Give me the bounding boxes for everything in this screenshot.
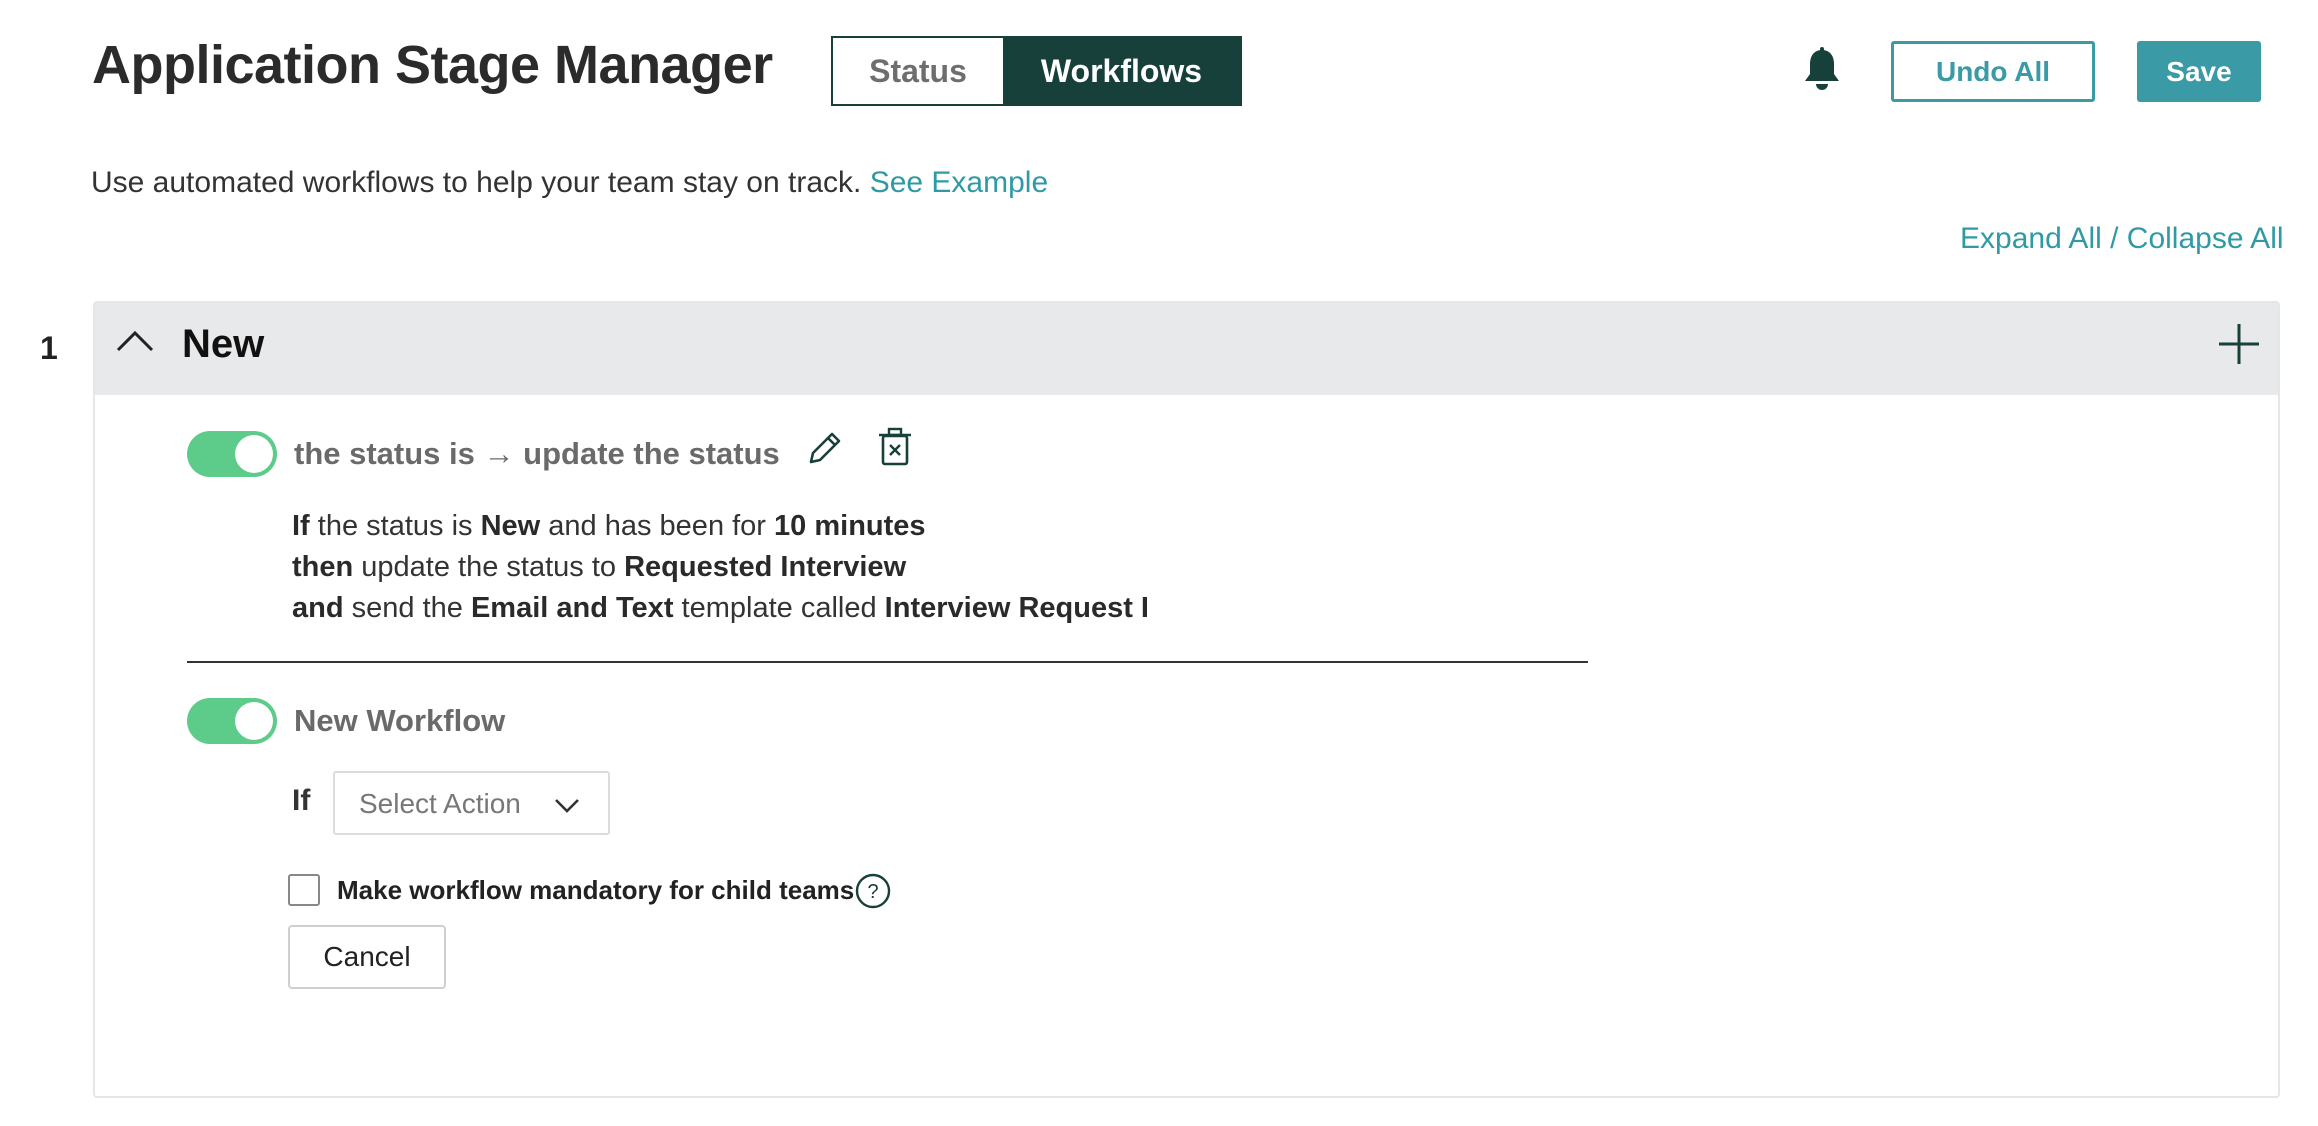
stage-header	[95, 303, 2278, 395]
workflow-title-end: update the status	[523, 436, 780, 471]
intro-text: Use automated workflows to help your tea…	[91, 166, 862, 199]
select-action-dropdown[interactable]: Select Action	[333, 771, 610, 835]
workflow-title: the status is → update the status	[294, 436, 780, 472]
and-text: send the	[351, 592, 463, 624]
bell-icon[interactable]	[1802, 46, 1842, 94]
mandatory-label: Make workflow mandatory for child teams	[337, 875, 855, 905]
save-button[interactable]: Save	[2137, 41, 2261, 102]
toggle-knob	[235, 702, 273, 740]
mandatory-checkbox[interactable]	[288, 874, 320, 906]
template-name: Interview Request I	[884, 592, 1149, 624]
workflow-title-start: the status is	[294, 436, 475, 471]
if-duration: 10 minutes	[774, 510, 926, 542]
and-mid-text: template called	[681, 592, 877, 624]
add-workflow-plus-icon[interactable]	[2217, 322, 2261, 366]
cancel-button[interactable]: Cancel	[288, 925, 446, 989]
toggle-knob	[235, 435, 273, 473]
template-type: Email and Text	[470, 592, 674, 624]
then-text: update the status to	[361, 551, 617, 583]
workflow-divider	[187, 661, 1588, 663]
if-label: If	[292, 784, 311, 817]
tab-workflows[interactable]: Workflows	[1003, 38, 1240, 104]
if-text: the status is	[317, 510, 473, 542]
select-action-placeholder: Select Action	[359, 788, 521, 819]
svg-text:?: ?	[867, 881, 878, 903]
help-question-icon[interactable]: ?	[855, 873, 891, 909]
chevron-up-icon[interactable]	[114, 322, 156, 364]
then-status: Requested Interview	[624, 551, 907, 583]
if-keyword: If	[292, 510, 310, 542]
if-status: New	[480, 510, 541, 542]
stage-number: 1	[40, 330, 58, 366]
chevron-down-icon	[553, 793, 581, 817]
workflow-then-line: then update the status to Requested Inte…	[292, 551, 906, 584]
workflow-and-line: and send the Email and Text template cal…	[292, 592, 1149, 625]
workflow-enabled-toggle[interactable]	[187, 431, 277, 477]
page-title: Application Stage Manager	[92, 35, 773, 95]
new-workflow-enabled-toggle[interactable]	[187, 698, 277, 744]
and-keyword: and	[292, 592, 344, 624]
tab-status[interactable]: Status	[833, 38, 1003, 104]
new-workflow-title: New Workflow	[294, 703, 506, 738]
stage-name: New	[182, 322, 265, 366]
pencil-icon[interactable]	[805, 428, 845, 470]
intro-description: Use automated workflows to help your tea…	[91, 166, 1048, 200]
see-example-link[interactable]: See Example	[870, 166, 1048, 199]
then-keyword: then	[292, 551, 354, 583]
expand-collapse-all-link[interactable]: Expand All / Collapse All	[1960, 222, 2284, 256]
undo-all-button[interactable]: Undo All	[1891, 41, 2095, 102]
workflow-if-line: If the status is New and has been for 10…	[292, 510, 926, 543]
if-mid-text: and has been for	[548, 510, 766, 542]
trash-icon[interactable]	[875, 426, 915, 468]
arrow-icon: →	[483, 436, 515, 471]
view-tabs: Status Workflows	[831, 36, 1242, 106]
